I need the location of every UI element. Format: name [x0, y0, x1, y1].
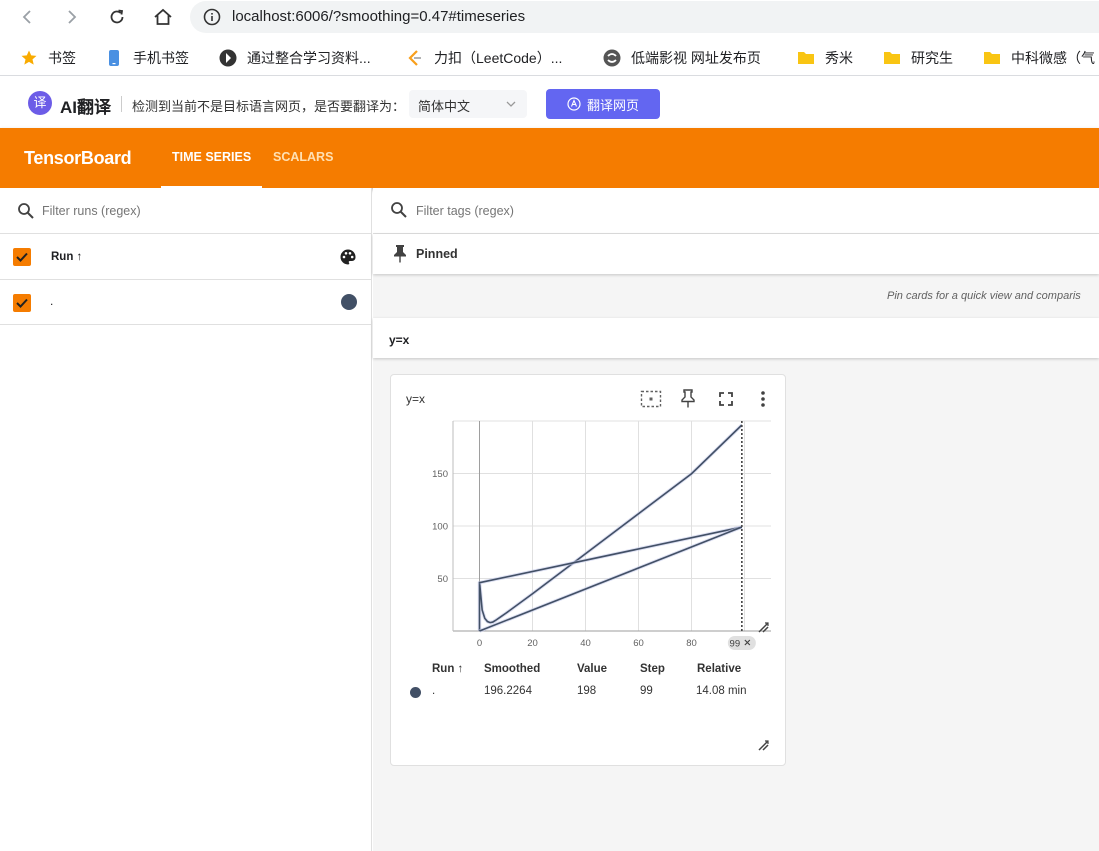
check-icon [16, 252, 28, 262]
series-line [479, 526, 743, 632]
run-column-header[interactable]: Run ↑ [51, 251, 82, 263]
app-brand: TensorBoard [24, 148, 132, 168]
cell-value: 198 [577, 685, 597, 697]
col-step: Step [640, 663, 665, 675]
language-value: 简体中文 [418, 99, 471, 114]
translate-logo-icon: 译 [28, 91, 52, 115]
col-relative: Relative [697, 663, 742, 675]
step-marker-label: 99 [730, 639, 741, 650]
run-color-swatch[interactable] [341, 294, 357, 310]
series-line [478, 424, 743, 631]
language-select[interactable]: 简体中文 [409, 90, 527, 118]
back-button[interactable] [12, 2, 42, 32]
home-icon [154, 8, 172, 25]
browser-toolbar: localhost:6006/?smoothing=0.47#timeserie… [0, 0, 1099, 34]
bookmarks-bar: 书签 手机书签 通过整合学习资料... 力扣（LeetCode）... 低端影视… [0, 40, 1099, 76]
reload-button[interactable] [102, 2, 132, 32]
y-tick-label: 150 [432, 469, 448, 480]
pinned-empty-state: Pin cards for a quick view and comparis [373, 276, 1099, 318]
x-tick-label: 0 [477, 638, 482, 649]
phone-icon [109, 50, 119, 66]
star-icon [21, 50, 37, 65]
tag-group-header[interactable]: y=x [373, 318, 1099, 358]
runs-filter-placeholder: Filter runs (regex) [42, 204, 141, 218]
row-color-dot [410, 687, 421, 698]
line-chart[interactable]: 99 0 20 40 60 80 50 100 150 [391, 405, 787, 655]
x-tick-label: 40 [580, 638, 591, 649]
bookmark-folder[interactable]: 研究生 [883, 48, 953, 68]
bookmark-item[interactable]: 低端影视 网址发布页 [603, 48, 761, 68]
col-value: Value [577, 663, 608, 675]
runs-pane: Filter runs (regex) Run ↑ . [0, 188, 372, 851]
pin-icon [394, 245, 406, 263]
cell-step: 99 [640, 685, 653, 697]
cell-smoothed: 196.2264 [484, 685, 532, 697]
cell-relative: 14.08 min [696, 685, 747, 697]
x-tick-label: 60 [633, 638, 644, 649]
translate-prompt: 检测到当前不是目标语言网页，是否要翻译为： [132, 99, 406, 114]
col-run[interactable]: Run ↑ [432, 663, 463, 675]
bookmark-item[interactable]: 通过整合学习资料... [219, 48, 371, 68]
reload-icon [110, 9, 124, 24]
tag-group-title: y=x [389, 333, 410, 347]
card-title: y=x [406, 392, 426, 406]
translate-icon [567, 97, 581, 111]
y-tick-label: 50 [437, 574, 448, 585]
address-bar[interactable]: localhost:6006/?smoothing=0.47#timeserie… [190, 1, 1099, 33]
bookmark-item[interactable]: 力扣（LeetCode）... [406, 48, 562, 68]
divider [121, 96, 122, 112]
back-arrow-icon [22, 10, 31, 24]
scalar-card: y=x 99 0 20 40 60 80 50 100 150 Run ↑ Smoothed … [390, 374, 786, 766]
x-tick-label: 80 [686, 638, 697, 649]
home-button[interactable] [148, 2, 178, 32]
main-pane: Filter tags (regex) Pinned Pin cards for… [373, 188, 1099, 851]
translate-bar: 译 AI翻译 检测到当前不是目标语言网页，是否要翻译为： 简体中文 翻译网页 [0, 81, 1099, 127]
pinned-section-header: Pinned [373, 234, 1099, 274]
run-checkbox[interactable] [13, 294, 31, 312]
card-resize-icon[interactable] [757, 739, 769, 751]
runs-filter[interactable]: Filter runs (regex) [0, 188, 372, 234]
forward-arrow-icon [68, 10, 77, 24]
bookmark-item[interactable]: 手机书签 [105, 48, 189, 68]
folder-icon [884, 52, 900, 64]
run-name: . [50, 294, 54, 308]
forward-button[interactable] [57, 2, 87, 32]
tab-scalars[interactable]: SCALARS [273, 150, 333, 164]
series-line-shadow [477, 423, 744, 631]
bookmark-item[interactable]: 书签 [20, 48, 76, 68]
runs-table-header: Run ↑ [0, 234, 372, 280]
col-smoothed: Smoothed [484, 663, 541, 675]
chevron-down-icon [506, 101, 516, 107]
leetcode-icon [408, 50, 421, 66]
bookmark-folder[interactable]: 秀米 [797, 48, 853, 68]
video-site-icon [603, 49, 621, 67]
palette-icon[interactable] [339, 248, 357, 266]
search-icon [18, 203, 34, 219]
tags-filter[interactable]: Filter tags (regex) [373, 188, 1099, 234]
run-row[interactable]: . [0, 280, 372, 325]
check-icon [16, 298, 28, 308]
search-icon [391, 202, 407, 218]
folder-icon [798, 52, 814, 64]
info-icon[interactable] [202, 7, 222, 27]
x-tick-label: 20 [527, 638, 538, 649]
translate-name: AI翻译 [60, 98, 111, 117]
cell-run: . [432, 685, 436, 697]
tab-time-series[interactable]: TIME SERIES [172, 150, 251, 164]
bing-icon [219, 49, 237, 67]
select-all-checkbox[interactable] [13, 248, 31, 266]
y-tick-label: 100 [432, 522, 448, 533]
app-header: TensorBoard TIME SERIES SCALARS [0, 128, 1099, 188]
pinned-label: Pinned [416, 247, 458, 261]
translate-page-button[interactable]: 翻译网页 [546, 89, 660, 119]
tags-filter-placeholder: Filter tags (regex) [416, 204, 514, 218]
folder-icon [984, 52, 1000, 64]
bookmark-folder[interactable]: 中科微感（气 [983, 48, 1095, 68]
pinned-hint: Pin cards for a quick view and comparis [887, 290, 1081, 302]
chart-resize-icon[interactable] [757, 621, 769, 633]
url-text: localhost:6006/?smoothing=0.47#timeserie… [232, 8, 526, 25]
